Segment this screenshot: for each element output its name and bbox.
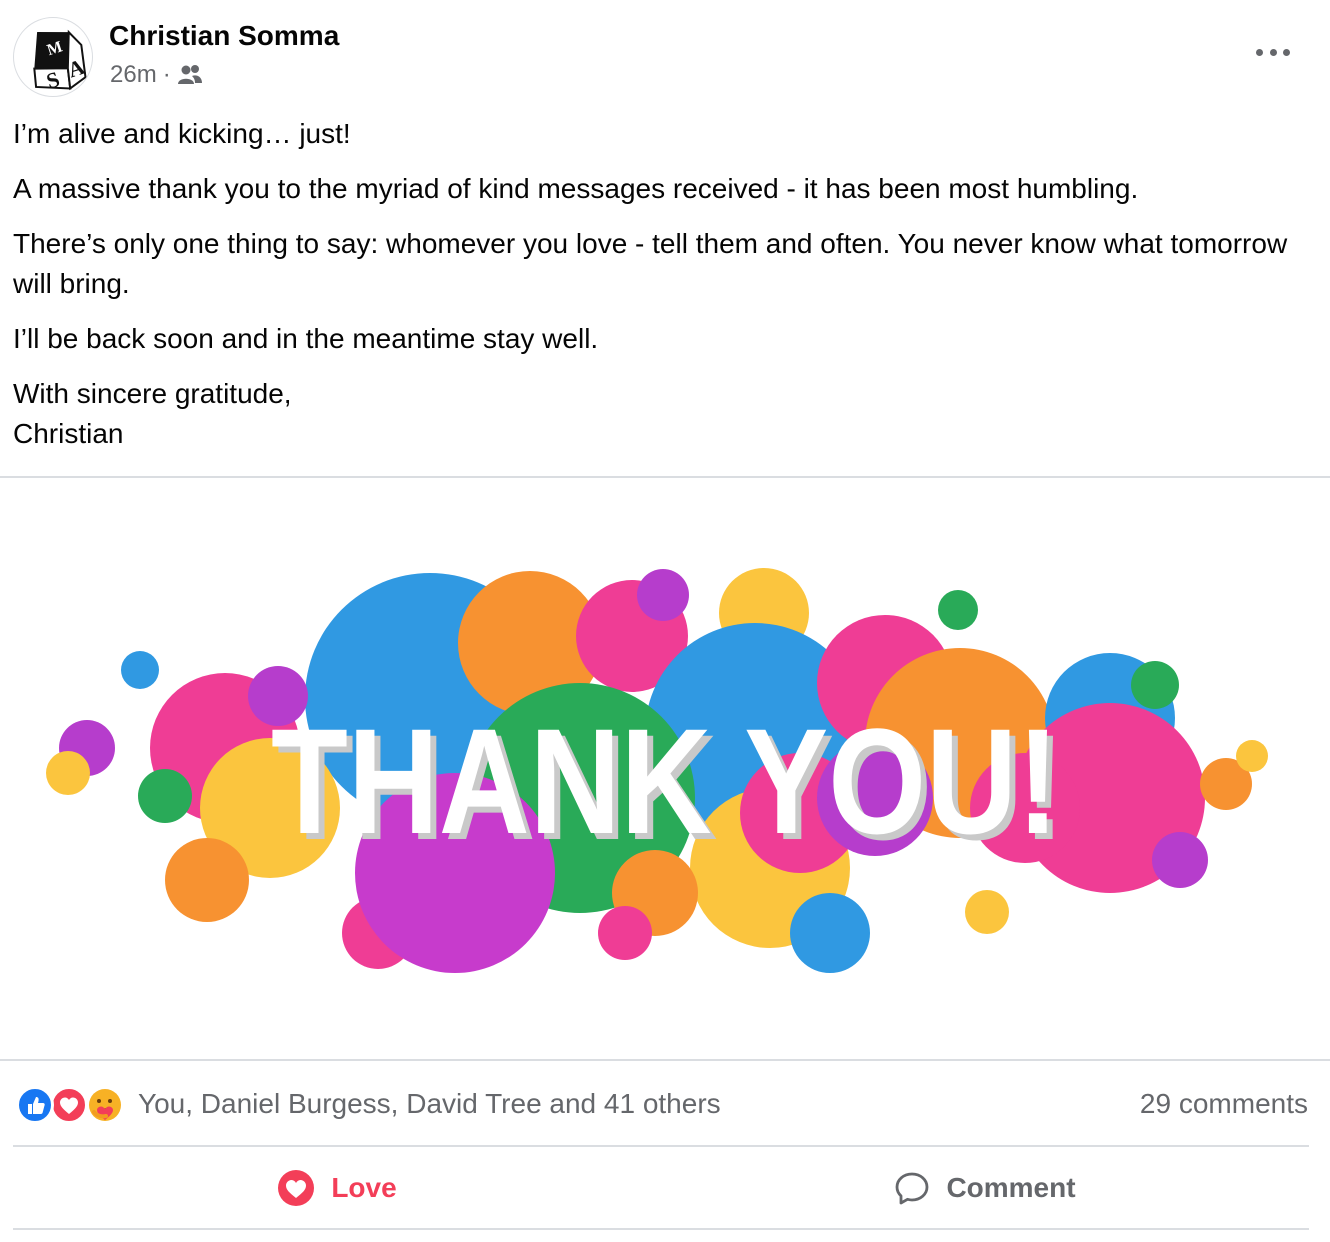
reactors-text[interactable]: You, Daniel Burgess, David Tree and 41 o… xyxy=(138,1088,721,1120)
comment-icon xyxy=(896,1172,929,1205)
meta-separator: · xyxy=(162,61,171,88)
image-text: THANK YOU! xyxy=(271,697,1059,865)
post-time[interactable]: 26m xyxy=(110,61,157,89)
post-paragraph: With sincere gratitude, Christian xyxy=(13,378,292,449)
comment-button[interactable]: Comment xyxy=(661,1147,1309,1229)
comment-button-label: Comment xyxy=(946,1172,1076,1203)
care-icon xyxy=(86,1086,124,1124)
love-icon xyxy=(278,1170,315,1206)
post-header: S A M Christian Somma 26m · xyxy=(0,0,1330,110)
post-paragraph: I’ll be back soon and in the meantime st… xyxy=(13,323,599,354)
more-dot-icon xyxy=(1269,48,1277,56)
love-button[interactable]: Love xyxy=(13,1147,661,1229)
avatar-logo-icon: S A M xyxy=(33,29,88,94)
love-button-label: Love xyxy=(331,1172,397,1203)
post-text: I’m alive and kicking… just! A massive t… xyxy=(13,114,1313,469)
author-avatar[interactable]: S A M xyxy=(13,17,93,97)
like-icon xyxy=(16,1086,54,1124)
post-paragraph: There’s only one thing to say: whomever … xyxy=(13,228,1288,299)
author-name[interactable]: Christian Somma xyxy=(109,20,339,52)
more-dot-icon xyxy=(1283,48,1290,56)
image-divider-bottom xyxy=(0,1059,1330,1061)
post-meta: 26m · xyxy=(110,61,203,89)
love-icon xyxy=(50,1086,88,1124)
post-image[interactable]: THANK YOU! THANK YOU! xyxy=(0,478,1330,1060)
thank-you-graphic: THANK YOU! THANK YOU! xyxy=(46,568,1268,973)
post-actions: Love Comment xyxy=(13,1147,1309,1229)
more-dot-icon xyxy=(1256,48,1263,56)
post-paragraph: A massive thank you to the myriad of kin… xyxy=(13,173,1139,204)
friends-icon[interactable] xyxy=(177,64,203,86)
actions-divider-bottom xyxy=(13,1228,1309,1230)
post-paragraph: I’m alive and kicking… just! xyxy=(13,118,351,149)
more-options-button[interactable] xyxy=(1250,38,1296,66)
comments-count[interactable]: 29 comments xyxy=(1140,1088,1308,1120)
reaction-icons[interactable] xyxy=(16,1086,128,1124)
reactions-summary: You, Daniel Burgess, David Tree and 41 o… xyxy=(0,1074,1330,1136)
